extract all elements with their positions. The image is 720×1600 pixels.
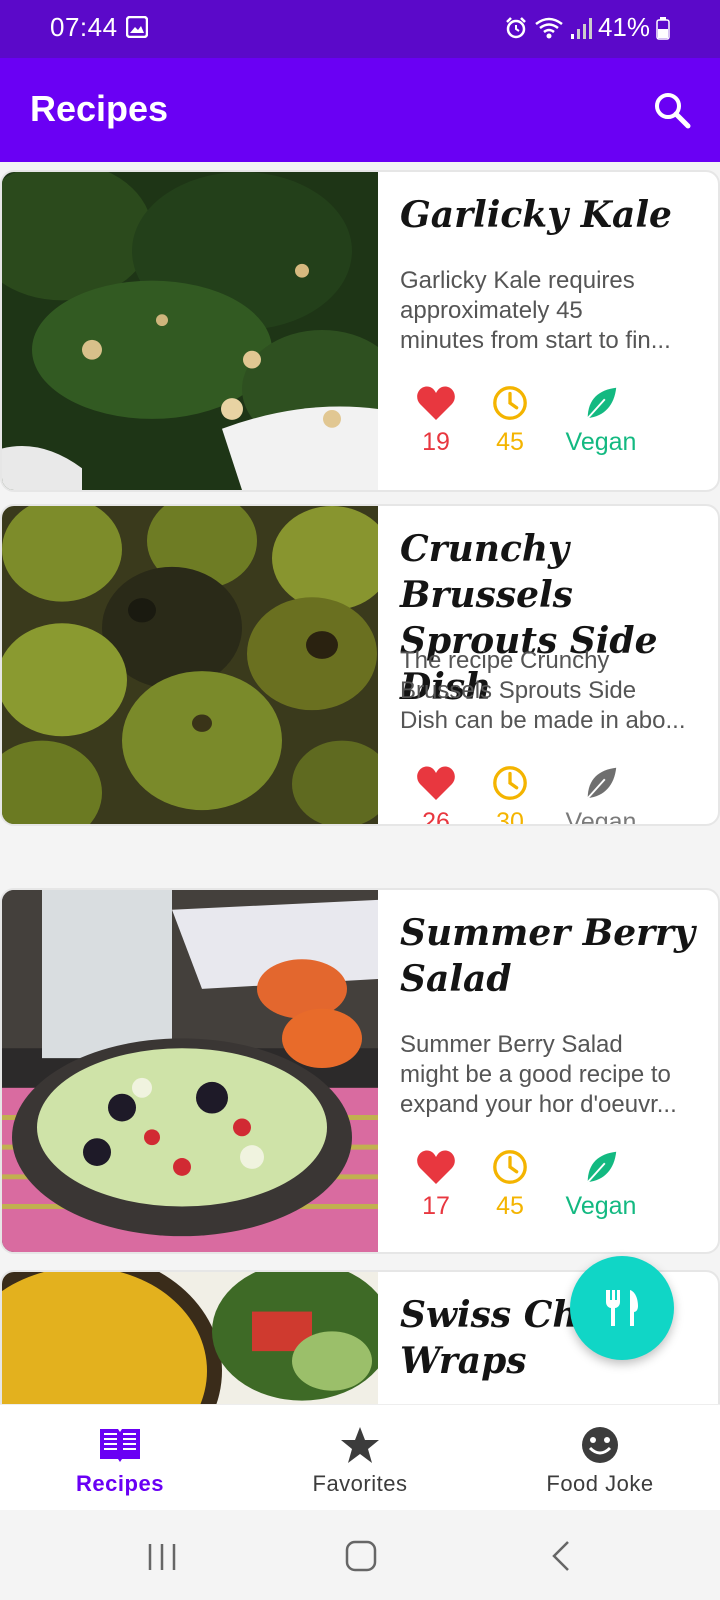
signal-icon — [570, 16, 592, 40]
heart-icon — [417, 1150, 455, 1184]
home-button[interactable] — [336, 1536, 386, 1576]
recipe-description: The recipe Crunchy Brussels Sprouts Side… — [400, 647, 686, 734]
recipe-image — [2, 506, 378, 824]
recipe-image — [2, 1272, 378, 1404]
nav-food-joke[interactable]: Food Joke — [480, 1405, 720, 1511]
heart-icon — [417, 386, 455, 420]
recipe-list[interactable]: Garlicky Kale Garlicky Kale requires app… — [0, 162, 720, 1404]
app-bar: Recipes — [0, 58, 720, 162]
likes-stat: 17 — [396, 1148, 476, 1221]
recent-apps-button[interactable] — [138, 1536, 188, 1576]
recent-apps-icon — [148, 1544, 176, 1570]
recipe-description: Summer Berry Salad might be a good recip… — [400, 1031, 677, 1118]
book-icon — [100, 1429, 140, 1462]
recipe-image — [2, 890, 378, 1252]
recipe-stats: 19 45 Vegan — [386, 384, 706, 464]
nav-favorites[interactable]: Favorites — [240, 1405, 480, 1511]
leaf-icon — [586, 1151, 617, 1183]
vegan-stat: Vegan — [536, 1148, 666, 1221]
system-nav-bar — [0, 1510, 720, 1600]
recipe-stats: 17 45 Vegan — [386, 1148, 706, 1228]
vegan-stat: Vegan — [536, 384, 666, 457]
food-fab-button[interactable] — [570, 1256, 674, 1360]
leaf-icon — [586, 387, 617, 419]
recipe-description: Garlicky Kale requires approximately 45 … — [400, 267, 671, 354]
home-icon — [345, 1540, 377, 1572]
clock-icon — [493, 1150, 527, 1184]
status-bar: 07:44 41% — [0, 0, 720, 58]
recipe-title: Garlicky Kale — [400, 194, 672, 236]
clock-icon — [493, 766, 527, 800]
leaf-icon — [586, 767, 617, 799]
status-time: 07:44 — [50, 12, 118, 42]
wifi-icon — [534, 16, 564, 40]
recipe-title: Summer Berry Salad — [400, 912, 695, 1000]
search-icon — [655, 93, 691, 129]
fork-knife-icon — [606, 1290, 638, 1326]
clock-icon — [493, 386, 527, 420]
heart-icon — [417, 766, 455, 800]
page-title: Recipes — [30, 88, 169, 129]
likes-stat: 26 — [396, 764, 476, 824]
bottom-nav: Recipes Favorites Food Joke — [0, 1404, 720, 1510]
smiley-icon — [582, 1427, 618, 1463]
recipe-image — [2, 172, 378, 490]
back-icon — [552, 1541, 569, 1571]
recipe-stats: 26 30 Vegan — [386, 764, 706, 824]
recipe-card[interactable]: Summer Berry Salad Summer Berry Salad mi… — [0, 888, 720, 1254]
search-button[interactable] — [648, 86, 696, 134]
star-icon — [341, 1427, 379, 1463]
back-button[interactable] — [538, 1536, 588, 1576]
vegan-stat: Vegan — [536, 764, 666, 824]
alarm-icon — [504, 16, 528, 40]
gallery-notification-icon — [125, 15, 149, 39]
recipe-card[interactable]: Crunchy Brussels Sprouts Side Dish The r… — [0, 504, 720, 826]
likes-stat: 19 — [396, 384, 476, 457]
nav-recipes[interactable]: Recipes — [0, 1405, 240, 1511]
recipe-card[interactable]: Garlicky Kale Garlicky Kale requires app… — [0, 170, 720, 492]
battery-icon — [656, 16, 670, 40]
battery-percent: 41% — [597, 12, 650, 42]
